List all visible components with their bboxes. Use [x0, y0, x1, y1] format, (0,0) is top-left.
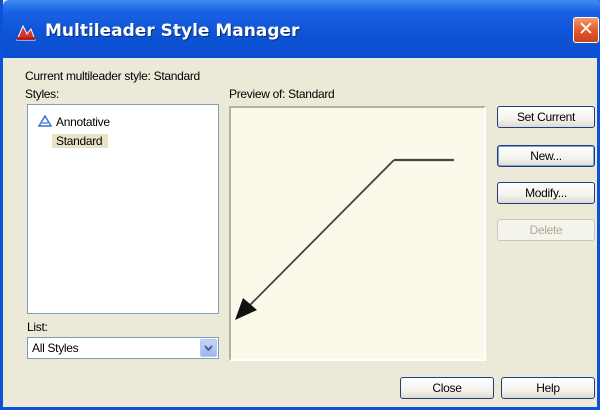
- close-window-button[interactable]: ✕: [573, 17, 599, 43]
- style-item-standard[interactable]: Standard: [52, 132, 109, 150]
- chevron-down-icon[interactable]: [200, 339, 217, 357]
- new-button[interactable]: New...: [497, 145, 595, 167]
- leader-line: [248, 159, 395, 307]
- annotative-icon: [38, 115, 52, 127]
- help-button[interactable]: Help: [501, 377, 595, 399]
- style-item-label: Annotative: [56, 115, 110, 129]
- set-current-button[interactable]: Set Current: [497, 106, 595, 128]
- leader-preview-drawing: [235, 158, 454, 320]
- delete-button[interactable]: Delete: [497, 219, 595, 241]
- preview-label: Preview of: Standard: [229, 87, 335, 101]
- close-button[interactable]: Close: [400, 377, 494, 399]
- list-filter-value: All Styles: [32, 341, 79, 355]
- styles-label: Styles:: [25, 87, 59, 101]
- modify-button[interactable]: Modify...: [497, 182, 595, 204]
- style-item-label: Standard: [52, 134, 109, 148]
- styles-list[interactable]: Annotative Standard: [27, 104, 219, 314]
- autocad-app-icon: [16, 24, 36, 41]
- current-style-label: Current multileader style: Standard: [25, 69, 200, 83]
- list-label: List:: [27, 320, 48, 334]
- multileader-style-manager-dialog: Multileader Style Manager ✕ Current mult…: [0, 0, 600, 410]
- title-bar[interactable]: Multileader Style Manager ✕: [3, 0, 600, 58]
- list-filter-dropdown[interactable]: All Styles: [27, 337, 219, 359]
- style-item-annotative[interactable]: Annotative: [38, 113, 110, 131]
- style-preview-panel: [229, 106, 486, 361]
- window-title: Multileader Style Manager: [45, 21, 300, 41]
